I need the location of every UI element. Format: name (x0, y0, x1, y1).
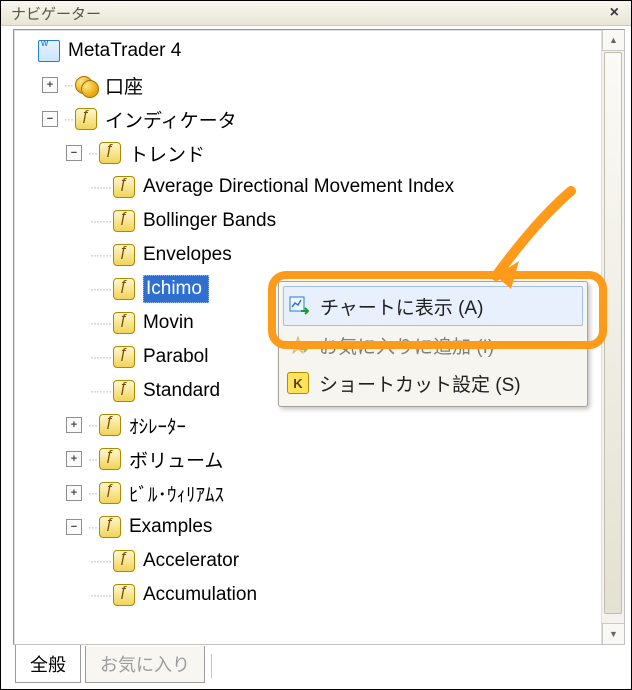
tree-node-account[interactable]: + ··· 口座 (42, 68, 600, 102)
toggle-none (18, 44, 32, 58)
fx-icon (75, 108, 97, 130)
close-icon[interactable]: × (606, 4, 623, 22)
root-label: MetaTrader 4 (68, 40, 181, 62)
item-label: Accelerator (143, 550, 239, 572)
ctx-item-add-favorite[interactable]: お気に入りに追加 (I) (283, 326, 583, 364)
keyboard-key-icon: K (287, 372, 309, 394)
tree-item-accumulation[interactable]: ······· Accumulation (90, 578, 600, 612)
expand-icon[interactable]: + (42, 77, 58, 93)
fx-icon (99, 142, 121, 164)
scroll-thumb[interactable] (604, 52, 622, 614)
ctx-item-attach-to-chart[interactable]: チャートに表示 (A) (283, 286, 583, 326)
fx-icon (113, 244, 135, 266)
panel-title: ナビゲーター (11, 3, 101, 24)
collapse-icon[interactable]: − (66, 145, 82, 161)
fx-icon (113, 278, 135, 300)
item-label: Bollinger Bands (143, 210, 276, 232)
fx-icon (99, 482, 121, 504)
item-label-selected: Ichimo (143, 275, 209, 303)
tree-node-oscillator[interactable]: + ··· ｵｼﾚｰﾀｰ (66, 408, 600, 442)
app-icon (38, 40, 60, 62)
context-menu: チャートに表示 (A) お気に入りに追加 (I) K ショートカット設定 (S) (278, 281, 588, 407)
trend-label: トレンド (129, 140, 205, 167)
tree-item-bb[interactable]: ······· Bollinger Bands (90, 204, 600, 238)
indicators-label: インディケータ (105, 106, 237, 133)
fx-icon (113, 380, 135, 402)
fx-icon (113, 550, 135, 572)
ctx-item-shortcut[interactable]: K ショートカット設定 (S) (283, 364, 583, 402)
scroll-down-button[interactable]: ▼ (602, 623, 624, 644)
fx-icon (113, 176, 135, 198)
oscillator-label: ｵｼﾚｰﾀｰ (129, 412, 186, 439)
fx-icon (113, 210, 135, 232)
account-icon (75, 74, 97, 96)
tab-general[interactable]: 全般 (15, 645, 81, 683)
item-label: Average Directional Movement Index (143, 176, 454, 198)
tree-item-adm[interactable]: ······· Average Directional Movement Ind… (90, 170, 600, 204)
fx-icon (113, 346, 135, 368)
fx-icon (113, 312, 135, 334)
ctx-label: チャートに表示 (A) (320, 293, 483, 320)
fx-icon (99, 516, 121, 538)
tree-node-billwilliams[interactable]: + ··· ﾋﾞﾙ･ｳｨﾘｱﾑｽ (66, 476, 600, 510)
ctx-label: お気に入りに追加 (I) (319, 332, 494, 359)
item-label: Parabol (143, 346, 209, 368)
star-add-icon (287, 334, 309, 356)
account-label: 口座 (105, 72, 143, 99)
fx-icon (99, 414, 121, 436)
fx-icon (99, 448, 121, 470)
examples-label: Examples (129, 516, 212, 538)
item-label: Accumulation (143, 584, 257, 606)
billwilliams-label: ﾋﾞﾙ･ｳｨﾘｱﾑｽ (129, 480, 224, 507)
tree-node-volume[interactable]: + ··· ボリューム (66, 442, 600, 476)
tab-favorites[interactable]: お気に入り (85, 646, 205, 683)
chart-attach-icon (288, 295, 310, 317)
collapse-icon[interactable]: − (42, 111, 58, 127)
bottom-tabs: 全般 お気に入り (13, 649, 625, 683)
tree-node-indicators[interactable]: − ··· インディケータ (42, 102, 600, 136)
expand-icon[interactable]: + (66, 417, 82, 433)
item-label: Standard (143, 380, 220, 402)
volume-label: ボリューム (129, 446, 223, 473)
tree-node-examples[interactable]: − ··· Examples (66, 510, 600, 544)
tree-node-trend[interactable]: − ··· トレンド (66, 136, 600, 170)
vertical-scrollbar[interactable]: ▲ ▼ (601, 30, 624, 644)
collapse-icon[interactable]: − (66, 519, 82, 535)
expand-icon[interactable]: + (66, 451, 82, 467)
fx-icon (113, 584, 135, 606)
tree-item-accelerator[interactable]: ······· Accelerator (90, 544, 600, 578)
tab-separator (211, 654, 212, 678)
item-label: Movin (143, 312, 194, 334)
ctx-label: ショートカット設定 (S) (319, 370, 521, 397)
item-label: Envelopes (143, 244, 232, 266)
tree-item-env[interactable]: ······· Envelopes (90, 238, 600, 272)
panel-titlebar: ナビゲーター × (1, 1, 631, 26)
expand-icon[interactable]: + (66, 485, 82, 501)
scroll-up-button[interactable]: ▲ (602, 30, 624, 51)
tree-root[interactable]: MetaTrader 4 (18, 34, 600, 68)
